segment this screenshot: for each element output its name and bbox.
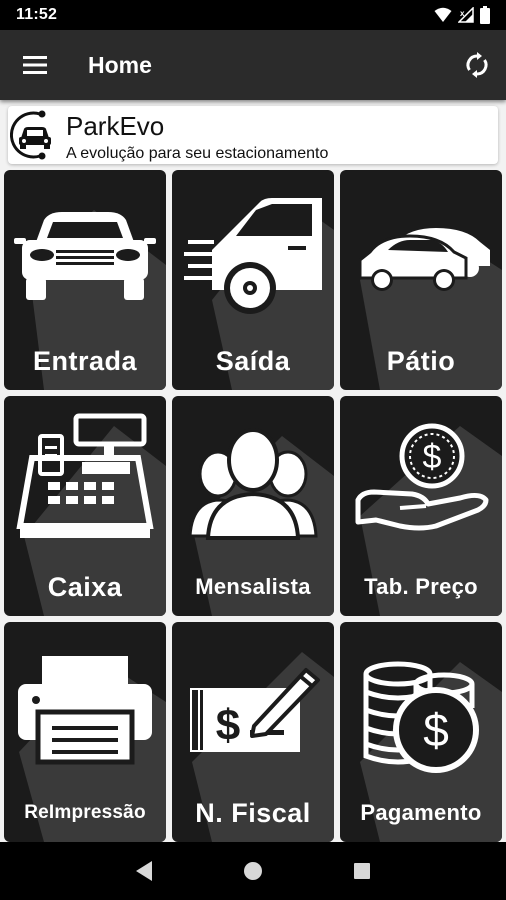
menu-icon [23, 56, 47, 74]
battery-icon [480, 6, 490, 24]
tile-tab-preco[interactable]: $ Tab. Preço [340, 396, 502, 616]
car-exit-icon [184, 198, 322, 314]
status-icons: x [434, 6, 490, 24]
recents-square-icon [353, 863, 370, 879]
users-group-icon [188, 428, 318, 540]
sync-icon [466, 52, 488, 78]
nav-home-button[interactable] [233, 851, 273, 891]
home-circle-icon [243, 862, 262, 880]
svg-text:x: x [460, 9, 465, 18]
nav-recents-button[interactable] [342, 851, 382, 891]
tile-pagamento[interactable]: $ Pagamento [340, 622, 502, 842]
cash-register-icon [16, 413, 154, 538]
status-time: 11:52 [16, 6, 58, 23]
tile-label: Saída [215, 345, 291, 376]
app-tagline: A evolução para seu estacionamento [66, 145, 329, 162]
page-title: Home [88, 51, 152, 78]
system-nav-bar [0, 842, 506, 900]
coins-stack-icon: $ [363, 661, 479, 773]
coin-hand-icon: $ [355, 423, 489, 531]
parkevo-banner: ParkEvo A evolução para seu estacionamen… [8, 106, 498, 164]
parked-cars-icon [358, 228, 490, 291]
home-menu-grid: Entrada Saída Pátio Caixa Mensalista $ T… [4, 170, 502, 842]
tile-label: Pagamento [360, 800, 482, 825]
signal-icon: x [458, 7, 474, 23]
parkevo-logo [10, 110, 51, 160]
nav-back-button[interactable] [124, 851, 164, 891]
back-triangle-icon [136, 861, 153, 881]
app-bar: Home [0, 30, 506, 100]
car-front-icon [14, 212, 156, 300]
tile-label: Entrada [32, 345, 138, 376]
svg-text:$: $ [216, 701, 240, 750]
tile-caixa[interactable]: Caixa [4, 396, 166, 616]
printer-icon [18, 656, 152, 765]
tile-reimpressao[interactable]: ReImpressão [4, 622, 166, 842]
check-pen-icon: $ [190, 668, 320, 752]
tile-label: Tab. Preço [364, 574, 478, 599]
wifi-icon [434, 7, 452, 22]
tile-patio[interactable]: Pátio [340, 170, 502, 390]
tile-label: Mensalista [195, 574, 311, 599]
tile-mensalista[interactable]: Mensalista [172, 396, 334, 616]
tile-label: N. Fiscal [195, 797, 311, 828]
tile-saida[interactable]: Saída [172, 170, 334, 390]
app-name: ParkEvo [66, 111, 165, 141]
tile-label: ReImpressão [24, 802, 146, 823]
tile-label: Caixa [47, 571, 123, 602]
sync-button[interactable] [452, 40, 502, 90]
svg-text:$: $ [423, 704, 449, 756]
svg-text:$: $ [423, 438, 442, 476]
menu-button[interactable] [0, 30, 70, 100]
tile-entrada[interactable]: Entrada [4, 170, 166, 390]
tile-label: Pátio [386, 345, 456, 376]
tile-n-fiscal[interactable]: $ N. Fiscal [172, 622, 334, 842]
status-bar: 11:52 x [0, 0, 506, 30]
